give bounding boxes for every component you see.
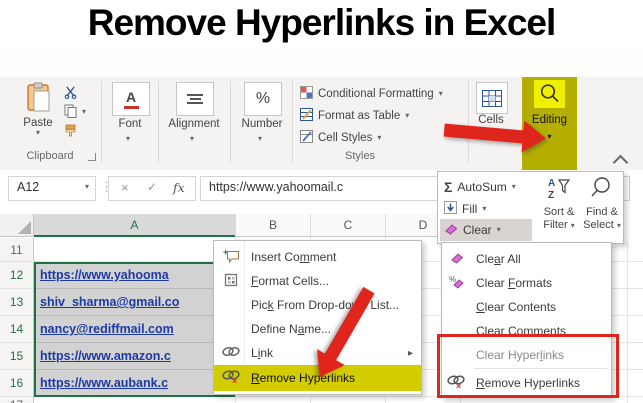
insert-function-icon[interactable]: fx	[173, 180, 185, 195]
alignment-icon[interactable]	[176, 82, 214, 116]
cut-icon[interactable]	[64, 86, 77, 104]
cells-icon[interactable]	[476, 82, 508, 114]
cell-a13-hyperlink[interactable]: shiv_sharma@gmail.co	[36, 289, 233, 316]
format-cells-icon	[220, 273, 242, 290]
editing-magnifier-icon	[534, 80, 565, 108]
alignment-dropdown-caret[interactable]: ▾	[190, 135, 194, 143]
ribbon-divider	[292, 81, 293, 163]
formula-buttons: × ✓ fx	[108, 176, 196, 201]
clear-eraser-icon	[444, 222, 458, 238]
font-icon[interactable]: A	[112, 82, 150, 116]
select-all-corner[interactable]	[0, 214, 34, 237]
ribbon-tab-bar: File Home Insert Page La Formul Data Rev…	[0, 47, 643, 125]
insert-comment-icon: +	[220, 247, 242, 266]
alignment-group-button[interactable]: Alignment	[162, 118, 226, 130]
select-all-triangle-icon	[18, 221, 31, 234]
page-title: Remove Hyperlinks in Excel	[87, 2, 557, 43]
cell-a12-hyperlink[interactable]: https://www.yahooma	[36, 262, 233, 289]
column-header-b[interactable]: B	[235, 214, 310, 237]
cell-a14-hyperlink[interactable]: nancy@rediffmail.com	[36, 316, 233, 343]
autosum-sigma-icon: Σ	[444, 178, 453, 195]
svg-text:+: +	[223, 248, 228, 257]
copy-dropdown-caret[interactable]: ▾	[82, 108, 86, 116]
row-header-15[interactable]: 15	[0, 343, 34, 370]
format-as-table-icon	[300, 108, 313, 124]
annotation-box-clear-hyperlinks	[437, 334, 619, 398]
find-select-magnifier-icon	[590, 177, 614, 205]
clear-formats-icon: %	[446, 274, 468, 292]
find-select-button[interactable]: Find & Select ▾	[582, 175, 622, 232]
svg-text:×: ×	[232, 376, 237, 384]
menu-item-pick-from-list[interactable]: Pick From Drop-down List...	[214, 293, 421, 317]
ribbon-divider	[158, 81, 159, 163]
cell-a16-hyperlink[interactable]: https://www.aubank.c	[36, 370, 233, 397]
menu-item-format-cells[interactable]: Format Cells...	[214, 269, 421, 293]
paste-dropdown-caret[interactable]: ▾	[16, 129, 60, 137]
row-header-17[interactable]: 17	[0, 397, 34, 403]
number-icon[interactable]: %	[244, 82, 282, 116]
autosum-button[interactable]: Σ AutoSum ▾	[444, 176, 516, 197]
row-header-12[interactable]: 12	[0, 262, 34, 289]
enter-icon[interactable]: ✓	[147, 180, 157, 194]
font-group-button[interactable]: Font	[104, 118, 156, 130]
sort-filter-icon: AZ	[547, 178, 571, 205]
fill-icon	[444, 200, 457, 217]
clear-button[interactable]: Clear ▾	[440, 219, 532, 241]
copy-icon[interactable]	[64, 104, 78, 123]
clipboard-group-label: Clipboard	[26, 150, 74, 162]
clipboard-dialog-launcher-icon[interactable]	[88, 153, 96, 161]
menu-item-clear-contents[interactable]: Clear Contents	[442, 295, 611, 319]
number-group-button[interactable]: Number	[238, 118, 286, 130]
menu-item-clear-all[interactable]: Clear All	[442, 247, 611, 271]
menu-item-define-name[interactable]: Define Name...	[214, 317, 421, 341]
styles-group-label: Styles	[345, 150, 375, 162]
fill-button[interactable]: Fill ▾	[444, 198, 486, 219]
remove-hyperlink-icon: ×	[220, 369, 242, 387]
svg-text:%: %	[449, 275, 456, 284]
grid-line	[627, 242, 628, 403]
paste-button[interactable]: Paste ▾	[16, 82, 60, 148]
editing-group-panel: Σ AutoSum ▾ Fill ▾ Clear ▾ AZ Sort & Fil…	[437, 171, 624, 244]
font-dropdown-caret[interactable]: ▾	[126, 135, 130, 143]
column-header-c[interactable]: C	[310, 214, 385, 237]
clear-all-eraser-icon	[446, 251, 468, 267]
paste-clipboard-icon	[25, 82, 51, 116]
conditional-formatting-icon	[300, 86, 313, 102]
format-as-table-button[interactable]: Format as Table ▾	[300, 106, 409, 126]
conditional-formatting-button[interactable]: Conditional Formatting ▾	[300, 84, 443, 104]
cell-styles-icon	[300, 130, 313, 146]
svg-text:Z: Z	[548, 190, 554, 201]
row-header-16[interactable]: 16	[0, 370, 34, 397]
name-box[interactable]: A12 ▾	[8, 176, 96, 201]
ribbon-divider	[230, 81, 231, 163]
column-header-a[interactable]: A	[34, 214, 235, 237]
row-header-11[interactable]: 11	[0, 238, 34, 262]
menu-item-clear-formats[interactable]: % Clear Formats	[442, 271, 611, 295]
name-box-caret[interactable]: ▾	[85, 182, 89, 191]
link-icon	[220, 345, 242, 361]
cell-styles-button[interactable]: Cell Styles ▾	[300, 128, 381, 148]
row-header-14[interactable]: 14	[0, 316, 34, 343]
sort-filter-button[interactable]: AZ Sort & Filter ▾	[538, 175, 580, 232]
excel-screenshot: Remove Hyperlinks in Excel File Home Ins…	[0, 0, 643, 403]
cancel-icon[interactable]: ×	[121, 180, 129, 195]
menu-item-insert-comment[interactable]: + Insert Comment	[214, 245, 421, 269]
format-painter-icon[interactable]	[64, 124, 77, 142]
ribbon-divider	[101, 81, 102, 163]
cell-a15-hyperlink[interactable]: https://www.amazon.c	[36, 343, 233, 370]
number-dropdown-caret[interactable]: ▾	[258, 135, 262, 143]
svg-text:A: A	[548, 178, 555, 189]
submenu-arrow-icon: ▸	[407, 347, 413, 359]
row-header-13[interactable]: 13	[0, 289, 34, 316]
